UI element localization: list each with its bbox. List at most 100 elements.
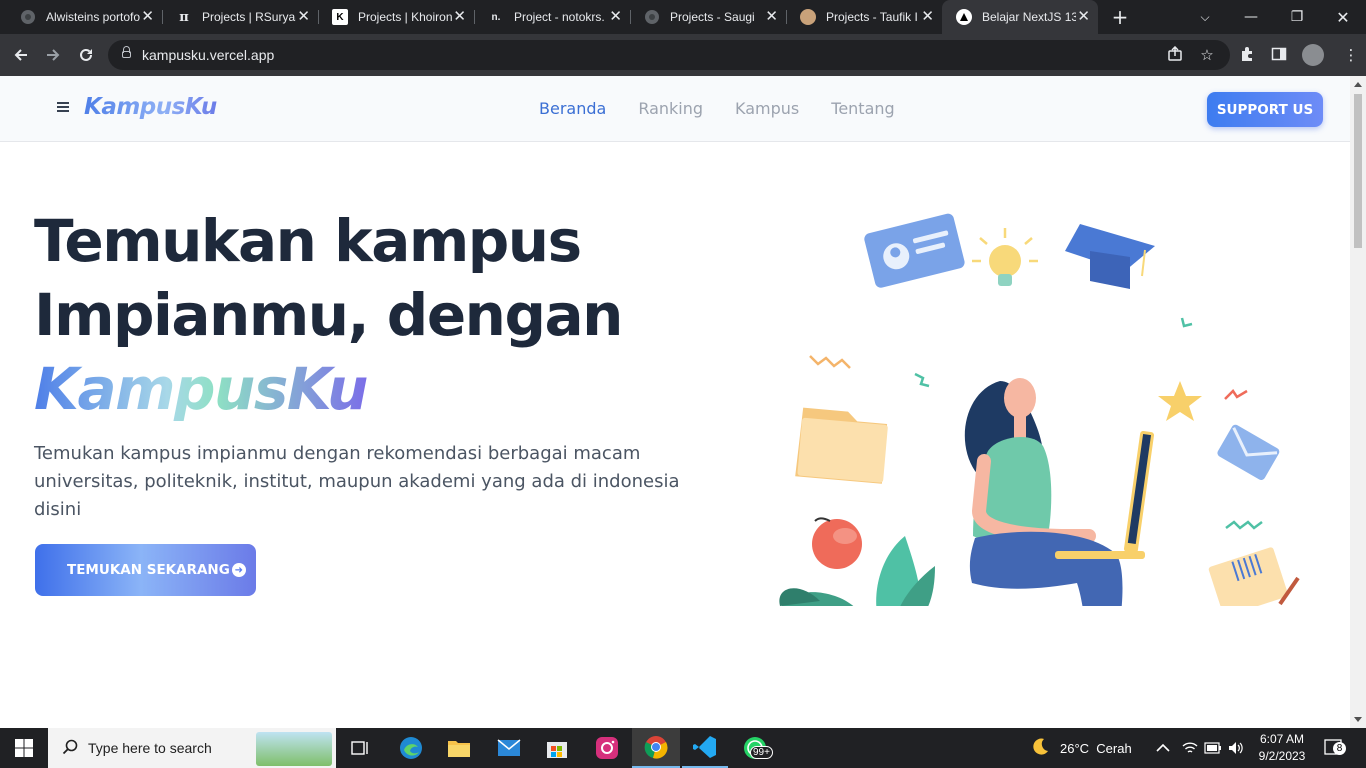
wifi-icon[interactable] (1182, 728, 1198, 768)
menu-kebab-icon[interactable]: ⋮ (1342, 46, 1360, 64)
tab-1[interactable]: Alwisteins portofo ✕ (6, 0, 162, 34)
clock[interactable]: 6:07 AM 9/2/2023 (1254, 728, 1310, 768)
k-icon: K (332, 9, 348, 25)
reload-icon[interactable] (73, 43, 99, 67)
globe-icon (644, 9, 660, 25)
clock-date: 9/2/2023 (1258, 749, 1306, 763)
arrow-right-circle-icon: ➜ (231, 563, 246, 577)
tab-search-icon[interactable]: ⌵ (1182, 0, 1228, 34)
forward-icon[interactable] (40, 43, 66, 67)
tab-6[interactable]: Projects - Taufik I ✕ (786, 0, 942, 34)
whatsapp-icon[interactable]: 99+ (730, 728, 780, 768)
back-icon[interactable] (8, 43, 34, 67)
graduation-cap-icon (1065, 224, 1155, 289)
weather-text: 26°C Cerah (1060, 740, 1132, 756)
n-icon: n. (491, 11, 501, 23)
nav-beranda[interactable]: Beranda (539, 99, 606, 118)
tab-title: Projects - Saugi (670, 10, 755, 24)
tab-7-active[interactable]: Belajar NextJS 13 ✕ (942, 0, 1098, 34)
moon-icon (1030, 737, 1050, 760)
close-window-icon[interactable]: ✕ (1320, 0, 1366, 34)
chrome-icon[interactable] (632, 728, 680, 768)
tab-title: Belajar NextJS 13 (982, 10, 1076, 24)
triangle-icon (956, 9, 972, 25)
bookmark-star-icon[interactable]: ☆ (1198, 46, 1216, 64)
tab-4[interactable]: n. Project - notokrs. ✕ (474, 0, 630, 34)
main-nav: Beranda Ranking Kampus Tentang (539, 99, 927, 118)
file-explorer-icon[interactable] (436, 728, 482, 768)
volume-icon[interactable] (1228, 728, 1244, 768)
whatsapp-badge: 99+ (750, 746, 773, 759)
clock-time: 6:07 AM (1259, 732, 1305, 746)
nav-tentang[interactable]: Tentang (831, 99, 894, 118)
url-text: kampusku.vercel.app (142, 47, 275, 63)
tab-3[interactable]: K Projects | Khoiron ✕ (318, 0, 474, 34)
task-view-icon[interactable] (340, 728, 382, 768)
globe-icon (20, 9, 36, 25)
envelope-icon (1217, 424, 1280, 480)
close-tab-icon[interactable]: ✕ (609, 9, 622, 25)
avatar-icon (800, 9, 816, 25)
hero-heading: Temukan kampus Impianmu, dengan KampusKu (34, 204, 623, 426)
star-icon (1158, 381, 1202, 421)
restore-icon[interactable]: ❐ (1274, 0, 1320, 34)
nav-kampus[interactable]: Kampus (735, 99, 799, 118)
light-bulb-icon (972, 228, 1038, 286)
notebook-icon (1208, 547, 1288, 606)
share-icon[interactable] (1166, 45, 1184, 64)
tab-title: Alwisteins portofo (46, 10, 140, 24)
browser-toolbar: kampusku.vercel.app ☆ ⋮ (0, 34, 1366, 76)
woman-with-laptop (964, 378, 1155, 606)
mail-icon[interactable] (486, 728, 532, 768)
close-tab-icon[interactable]: ✕ (765, 9, 778, 25)
hamburger-menu-icon[interactable] (57, 102, 69, 112)
tab-title: Projects | RSuryaS (202, 10, 296, 24)
find-now-button[interactable]: TEMUKAN SEKARANG ➜ (35, 544, 256, 596)
taskbar-search-box[interactable]: Type here to search (48, 728, 336, 768)
site-logo[interactable]: KampusKu (84, 94, 217, 120)
lock-icon (122, 46, 131, 58)
close-tab-icon[interactable]: ✕ (297, 9, 310, 25)
id-card-icon (864, 213, 965, 288)
page-scrollbar[interactable] (1350, 76, 1366, 728)
windows-start-icon[interactable] (0, 728, 48, 768)
weather-widget[interactable]: 26°C Cerah (1030, 728, 1132, 768)
tab-title: Project - notokrs. (514, 10, 605, 24)
close-tab-icon[interactable]: ✕ (453, 9, 466, 25)
scrollbar-thumb[interactable] (1354, 94, 1362, 248)
minimize-icon[interactable]: — (1228, 0, 1274, 34)
tab-title: Projects - Taufik I (826, 10, 918, 24)
vscode-icon[interactable] (682, 728, 728, 768)
search-placeholder: Type here to search (88, 740, 212, 756)
hero-description: Temukan kampus impianmu dengan rekomenda… (34, 443, 680, 520)
close-tab-icon[interactable]: ✕ (141, 9, 154, 25)
search-highlight-image (256, 732, 332, 766)
search-icon (62, 739, 78, 758)
hero-heading-brand: KampusKu (34, 355, 368, 423)
close-tab-icon[interactable]: ✕ (1077, 9, 1090, 25)
scroll-down-arrow-icon[interactable] (1354, 717, 1362, 722)
show-hidden-icons-icon[interactable] (1156, 728, 1170, 768)
profile-avatar-icon[interactable] (1302, 44, 1324, 66)
browser-tab-strip: Alwisteins portofo ✕ π Projects | RSurya… (0, 0, 1366, 34)
battery-icon[interactable] (1204, 728, 1222, 768)
tab-5[interactable]: Projects - Saugi ✕ (630, 0, 786, 34)
pi-icon: π (179, 9, 189, 25)
find-now-label: TEMUKAN SEKARANG (67, 562, 230, 578)
address-bar[interactable]: kampusku.vercel.app ☆ (108, 40, 1230, 70)
support-us-button[interactable]: SUPPORT US (1207, 92, 1323, 127)
close-tab-icon[interactable]: ✕ (921, 9, 934, 25)
hero-heading-line-2: Impianmu, dengan (34, 281, 623, 349)
instagram-icon[interactable] (584, 728, 630, 768)
hero-illustration (779, 213, 1300, 606)
side-panel-icon[interactable] (1270, 46, 1288, 64)
store-icon[interactable] (534, 728, 580, 768)
tab-2[interactable]: π Projects | RSuryaS ✕ (162, 0, 318, 34)
windows-taskbar: Type here to search 99+ 26°C Cerah 6:07 … (0, 728, 1366, 768)
notification-center-icon[interactable]: 8 (1324, 728, 1346, 768)
new-tab-icon[interactable]: + (1108, 5, 1132, 29)
scroll-up-arrow-icon[interactable] (1354, 82, 1362, 87)
extensions-icon[interactable] (1238, 46, 1256, 64)
nav-ranking[interactable]: Ranking (638, 99, 703, 118)
edge-icon[interactable] (388, 728, 434, 768)
